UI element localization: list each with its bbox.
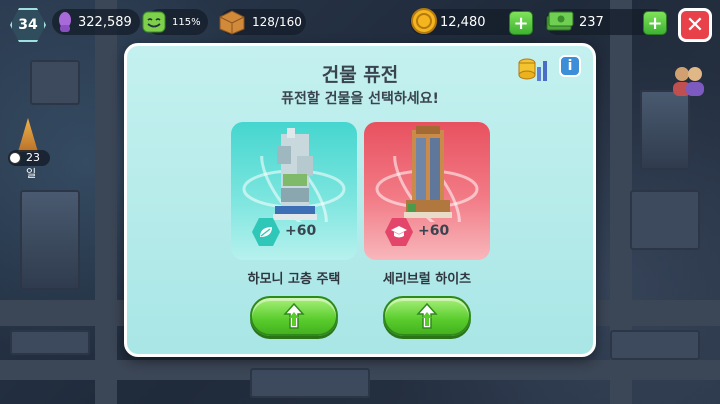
coin-icon [410,6,438,36]
info-icon: i [567,58,573,74]
plus-icon: + [647,12,663,34]
storage-value: 128/160 [252,15,302,29]
cash-icon [545,6,575,36]
tower-icon [18,118,38,152]
building-card-harmony[interactable]: +60 [231,122,357,260]
building-name: 세리브럴 하이츠 [382,272,472,287]
friends-button[interactable] [668,62,708,98]
friends-icon [673,67,704,96]
clock-icon [9,152,21,164]
cash-value: 237 [579,14,604,30]
crate-icon [218,7,246,37]
building-card-cerebral[interactable]: +60 [364,122,490,260]
level-value: 34 [18,17,38,33]
select-building-button[interactable] [250,296,338,336]
population-icon [56,10,74,34]
storage-counter[interactable]: 128/160 [218,7,306,37]
bonus-value: +60 [418,223,450,239]
info-button[interactable]: i [559,55,581,77]
happiness-value: 115% [172,16,201,28]
close-button[interactable]: ✕ [678,8,712,42]
level-badge[interactable]: 34 [10,8,46,42]
coin-value: 12,480 [440,14,486,30]
happiness-counter[interactable]: 115% [142,9,208,35]
cerebral-heights-building [404,126,452,218]
building-fusion-dialog: 건물 퓨전 퓨전할 건물을 선택하세요! i +60 하모니 고층 주택 +60… [124,43,596,357]
population-counter[interactable]: 322,589 [52,9,140,35]
harmony-tower-building [273,128,317,220]
smiley-icon [142,9,166,35]
select-building-button[interactable] [383,296,471,336]
close-icon: ✕ [685,12,705,38]
leaf-icon [252,218,280,246]
add-cash-button[interactable]: + [643,11,667,35]
top-hud: 34 322,589 115% 128/160 12,480 + 237 + [0,6,720,42]
plus-icon: + [513,12,529,34]
population-value: 322,589 [78,14,132,30]
bonus-row: +60 [385,217,471,247]
fusion-arrows-icon [416,302,438,329]
event-timer[interactable]: 23일 [6,118,50,180]
bonus-value: +60 [285,223,317,239]
coins-stats-icon [518,58,547,81]
graduation-cap-icon [385,218,413,246]
dialog-subtitle: 퓨전할 건물을 선택하세요! [281,91,439,107]
add-coins-button[interactable]: + [509,11,533,35]
stats-button[interactable] [517,55,549,83]
building-name: 하모니 고층 주택 [247,272,341,287]
fusion-arrows-icon [283,302,305,329]
bonus-row: +60 [252,217,338,247]
